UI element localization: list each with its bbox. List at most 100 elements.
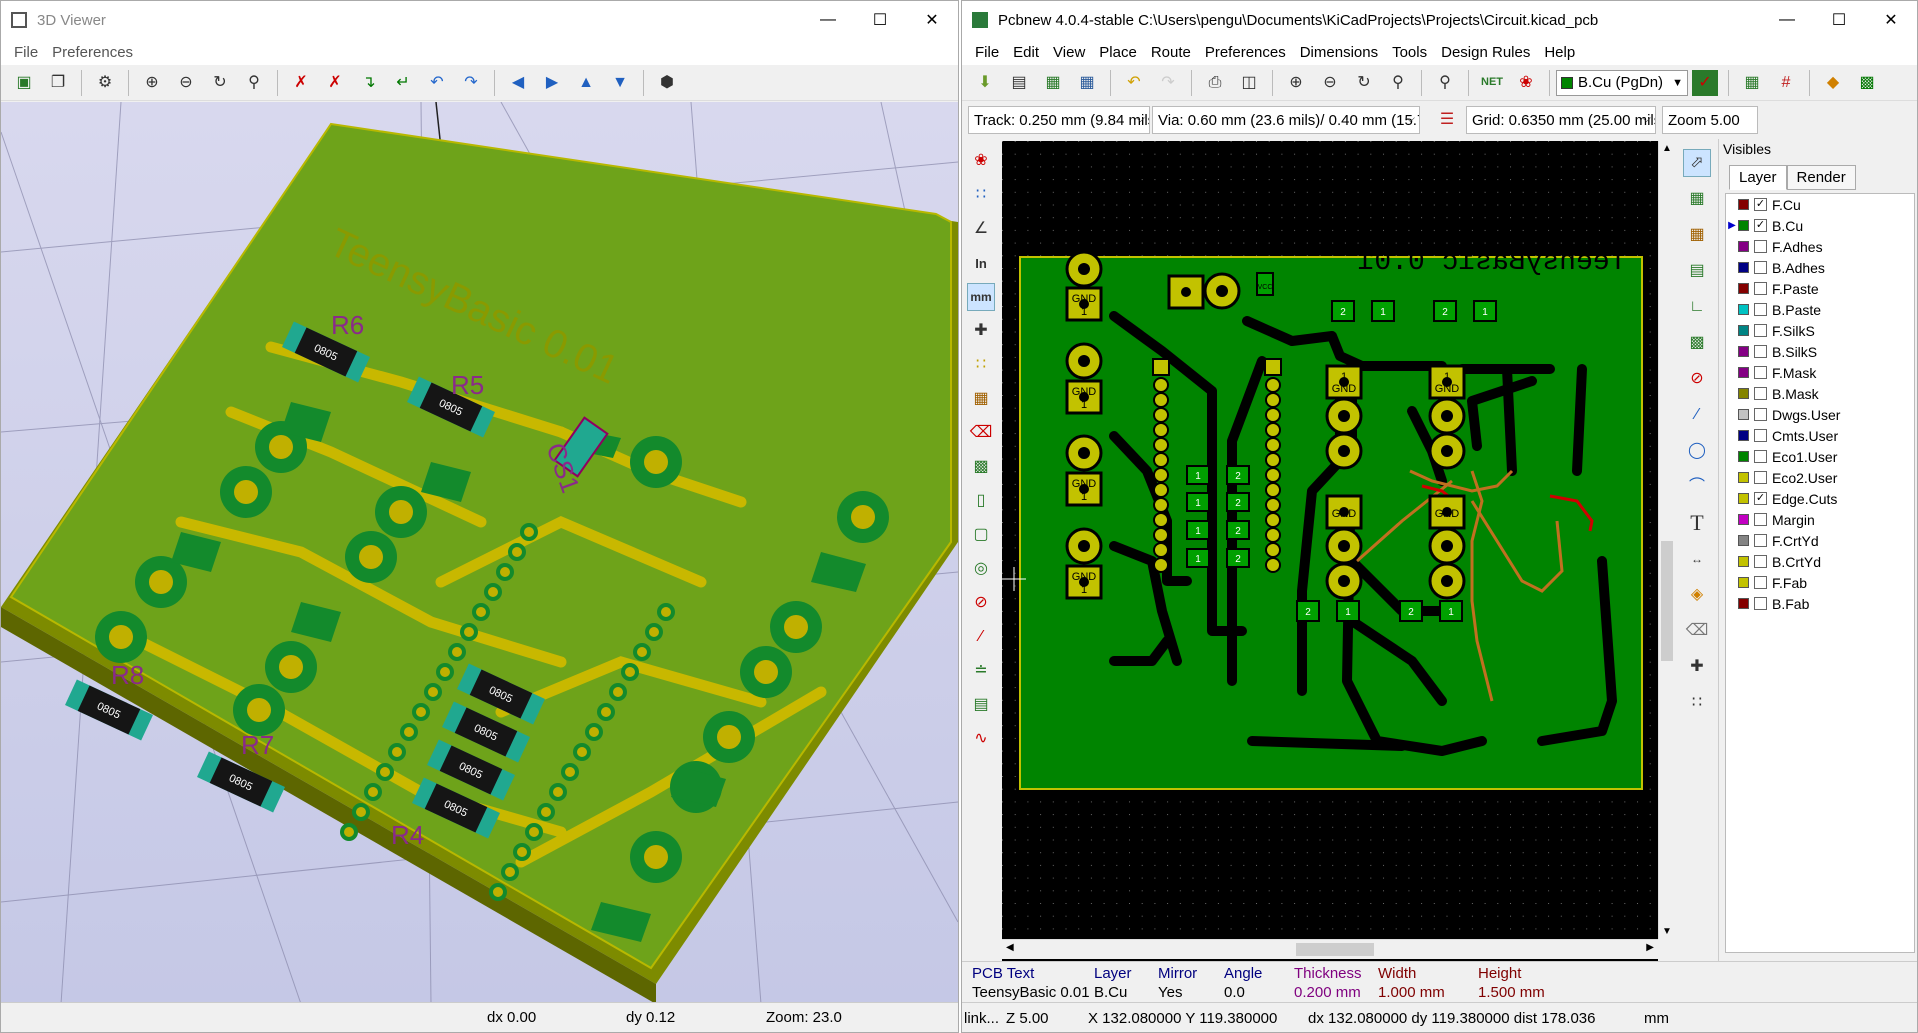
layer-row[interactable]: B.Mask (1726, 383, 1914, 404)
layer-color-swatch[interactable] (1738, 493, 1749, 504)
scripting-console-icon[interactable]: ▩ (1854, 70, 1880, 96)
drc-off-icon[interactable]: ❀ (967, 147, 995, 175)
layer-pair-icon[interactable]: ✓ (1692, 69, 1718, 96)
move-up-icon[interactable]: ▲ (573, 70, 599, 96)
menu-file[interactable]: File (968, 44, 1006, 61)
high-contrast-icon[interactable]: ≐ (967, 657, 995, 685)
microwave-toolbar-icon[interactable]: ∿ (967, 725, 995, 753)
vertical-scrollbar[interactable]: ▲ ▼ (1658, 141, 1675, 939)
layer-visibility-checkbox[interactable] (1754, 366, 1767, 379)
add-line-icon[interactable]: ∕ (1683, 401, 1711, 429)
zoom-out-icon[interactable]: ⊖ (173, 70, 199, 96)
menu-view[interactable]: View (1046, 44, 1092, 61)
add-keepout-icon[interactable]: ⊘ (1683, 365, 1711, 393)
auto-track-width-icon[interactable]: ☰ (1434, 107, 1460, 133)
rotate-z-neg-icon[interactable]: ↷ (458, 70, 484, 96)
zone-fill-icon[interactable]: ▩ (967, 453, 995, 481)
maximize-button[interactable]: ☐ (1813, 1, 1865, 39)
menu-preferences[interactable]: Preferences (45, 44, 140, 61)
add-zones-icon[interactable]: ▩ (1683, 329, 1711, 357)
module-ratsnest-icon[interactable]: ▦ (967, 385, 995, 413)
copy-icon[interactable]: ❐ (45, 70, 71, 96)
zoom-out-icon[interactable]: ⊖ (1317, 70, 1343, 96)
undo-icon[interactable]: ↶ (1121, 70, 1147, 96)
plot-icon[interactable]: ◫ (1236, 70, 1262, 96)
minimize-button[interactable]: — (1761, 1, 1813, 39)
auto-delete-track-icon[interactable]: ⌫ (967, 419, 995, 447)
add-tracks-icon[interactable]: ∟ (1683, 293, 1711, 321)
layer-visibility-checkbox[interactable] (1754, 387, 1767, 400)
zoom-in-icon[interactable]: ⊕ (139, 70, 165, 96)
zoom-fit-icon[interactable]: ⚲ (1385, 70, 1411, 96)
redraw-icon[interactable]: ↻ (207, 70, 233, 96)
layer-color-swatch[interactable] (1738, 430, 1749, 441)
add-target-icon[interactable]: ◈ (1683, 581, 1711, 609)
units-mm-icon[interactable]: mm (967, 283, 995, 311)
menu-edit[interactable]: Edit (1006, 44, 1046, 61)
drill-origin-icon[interactable]: ✚ (1683, 653, 1711, 681)
layer-color-swatch[interactable] (1738, 346, 1749, 357)
layer-visibility-checkbox[interactable] (1754, 555, 1767, 568)
rotate-x-icon[interactable]: ✗ (288, 70, 314, 96)
layer-visibility-checkbox[interactable] (1754, 324, 1767, 337)
layer-row[interactable]: Margin (1726, 509, 1914, 530)
layer-row[interactable]: B.SilkS (1726, 341, 1914, 362)
delete-icon[interactable]: ⌫ (1683, 617, 1711, 645)
add-text-icon[interactable]: T (1683, 509, 1711, 537)
layer-row[interactable]: F.Paste (1726, 278, 1914, 299)
rotate-y-icon[interactable]: ↴ (356, 70, 382, 96)
via-sketch-icon[interactable]: ⊘ (967, 589, 995, 617)
menu-design-rules[interactable]: Design Rules (1434, 44, 1537, 61)
add-circle-icon[interactable]: ◯ (1683, 437, 1711, 465)
grid-toggle-icon[interactable]: ∷ (967, 181, 995, 209)
footprint-mode-icon[interactable]: ▦ (1739, 70, 1765, 96)
close-button[interactable]: ✕ (906, 1, 958, 39)
render-icon[interactable]: ▣ (11, 70, 37, 96)
settings-icon[interactable]: ⚙ (92, 70, 118, 96)
menu-dimensions[interactable]: Dimensions (1293, 44, 1385, 61)
layer-color-swatch[interactable] (1738, 241, 1749, 252)
move-right-icon[interactable]: ▶ (539, 70, 565, 96)
move-down-icon[interactable]: ▼ (607, 70, 633, 96)
layer-color-swatch[interactable] (1738, 577, 1749, 588)
close-button[interactable]: ✕ (1865, 1, 1917, 39)
rotate-x-neg-icon[interactable]: ✗ (322, 70, 348, 96)
ratsnest-icon[interactable]: ∷ (967, 351, 995, 379)
polar-coords-icon[interactable]: ∠ (967, 215, 995, 243)
track-sketch-icon[interactable]: ∕ (967, 623, 995, 651)
load-board-icon[interactable]: ⬇ (972, 70, 998, 96)
layer-visibility-checkbox[interactable] (1754, 534, 1767, 547)
layer-color-swatch[interactable] (1738, 262, 1749, 273)
find-icon[interactable]: ⚲ (1432, 70, 1458, 96)
layer-visibility-checkbox[interactable] (1754, 240, 1767, 253)
layer-row[interactable]: F.SilkS (1726, 320, 1914, 341)
cursor-shape-icon[interactable]: ✚ (967, 317, 995, 345)
layer-row[interactable]: F.Mask (1726, 362, 1914, 383)
tab-render[interactable]: Render (1786, 165, 1856, 190)
layer-color-swatch[interactable] (1738, 199, 1749, 210)
layer-row[interactable]: B.Paste (1726, 299, 1914, 320)
layer-visibility-checkbox[interactable] (1754, 261, 1767, 274)
menu-tools[interactable]: Tools (1385, 44, 1434, 61)
layer-color-swatch[interactable] (1738, 556, 1749, 567)
add-dimension-icon[interactable]: ↔ (1683, 545, 1711, 573)
horizontal-scrollbar[interactable]: ◀ ▶ (1002, 939, 1658, 959)
layer-color-swatch[interactable] (1738, 325, 1749, 336)
pcb-canvas[interactable]: 2 GND 1 2 GND 1 2 GND 1 2 GND 1 1 GND 2 … (1002, 141, 1658, 961)
add-module-icon[interactable]: ▤ (1683, 257, 1711, 285)
layer-visibility-checkbox[interactable]: ✓ (1754, 198, 1767, 211)
layer-visibility-checkbox[interactable] (1754, 450, 1767, 463)
menu-help[interactable]: Help (1537, 44, 1582, 61)
layer-color-swatch[interactable] (1738, 304, 1749, 315)
tab-layer[interactable]: Layer (1729, 165, 1787, 190)
menu-file[interactable]: File (7, 44, 45, 61)
ortho-icon[interactable]: ⬢ (654, 70, 680, 96)
scroll-up-icon[interactable]: ▲ (1662, 143, 1672, 154)
add-arc-icon[interactable]: ⌒ (1683, 473, 1711, 501)
minimize-button[interactable]: — (802, 1, 854, 39)
vertical-scroll-thumb[interactable] (1661, 541, 1673, 661)
3d-scene[interactable]: 0805 0805 0805 0805 0805 0805 0805 0805 … (1, 102, 958, 1004)
layer-row[interactable]: Dwgs.User (1726, 404, 1914, 425)
menu-preferences[interactable]: Preferences (1198, 44, 1293, 61)
layer-visibility-checkbox[interactable]: ✓ (1754, 219, 1767, 232)
